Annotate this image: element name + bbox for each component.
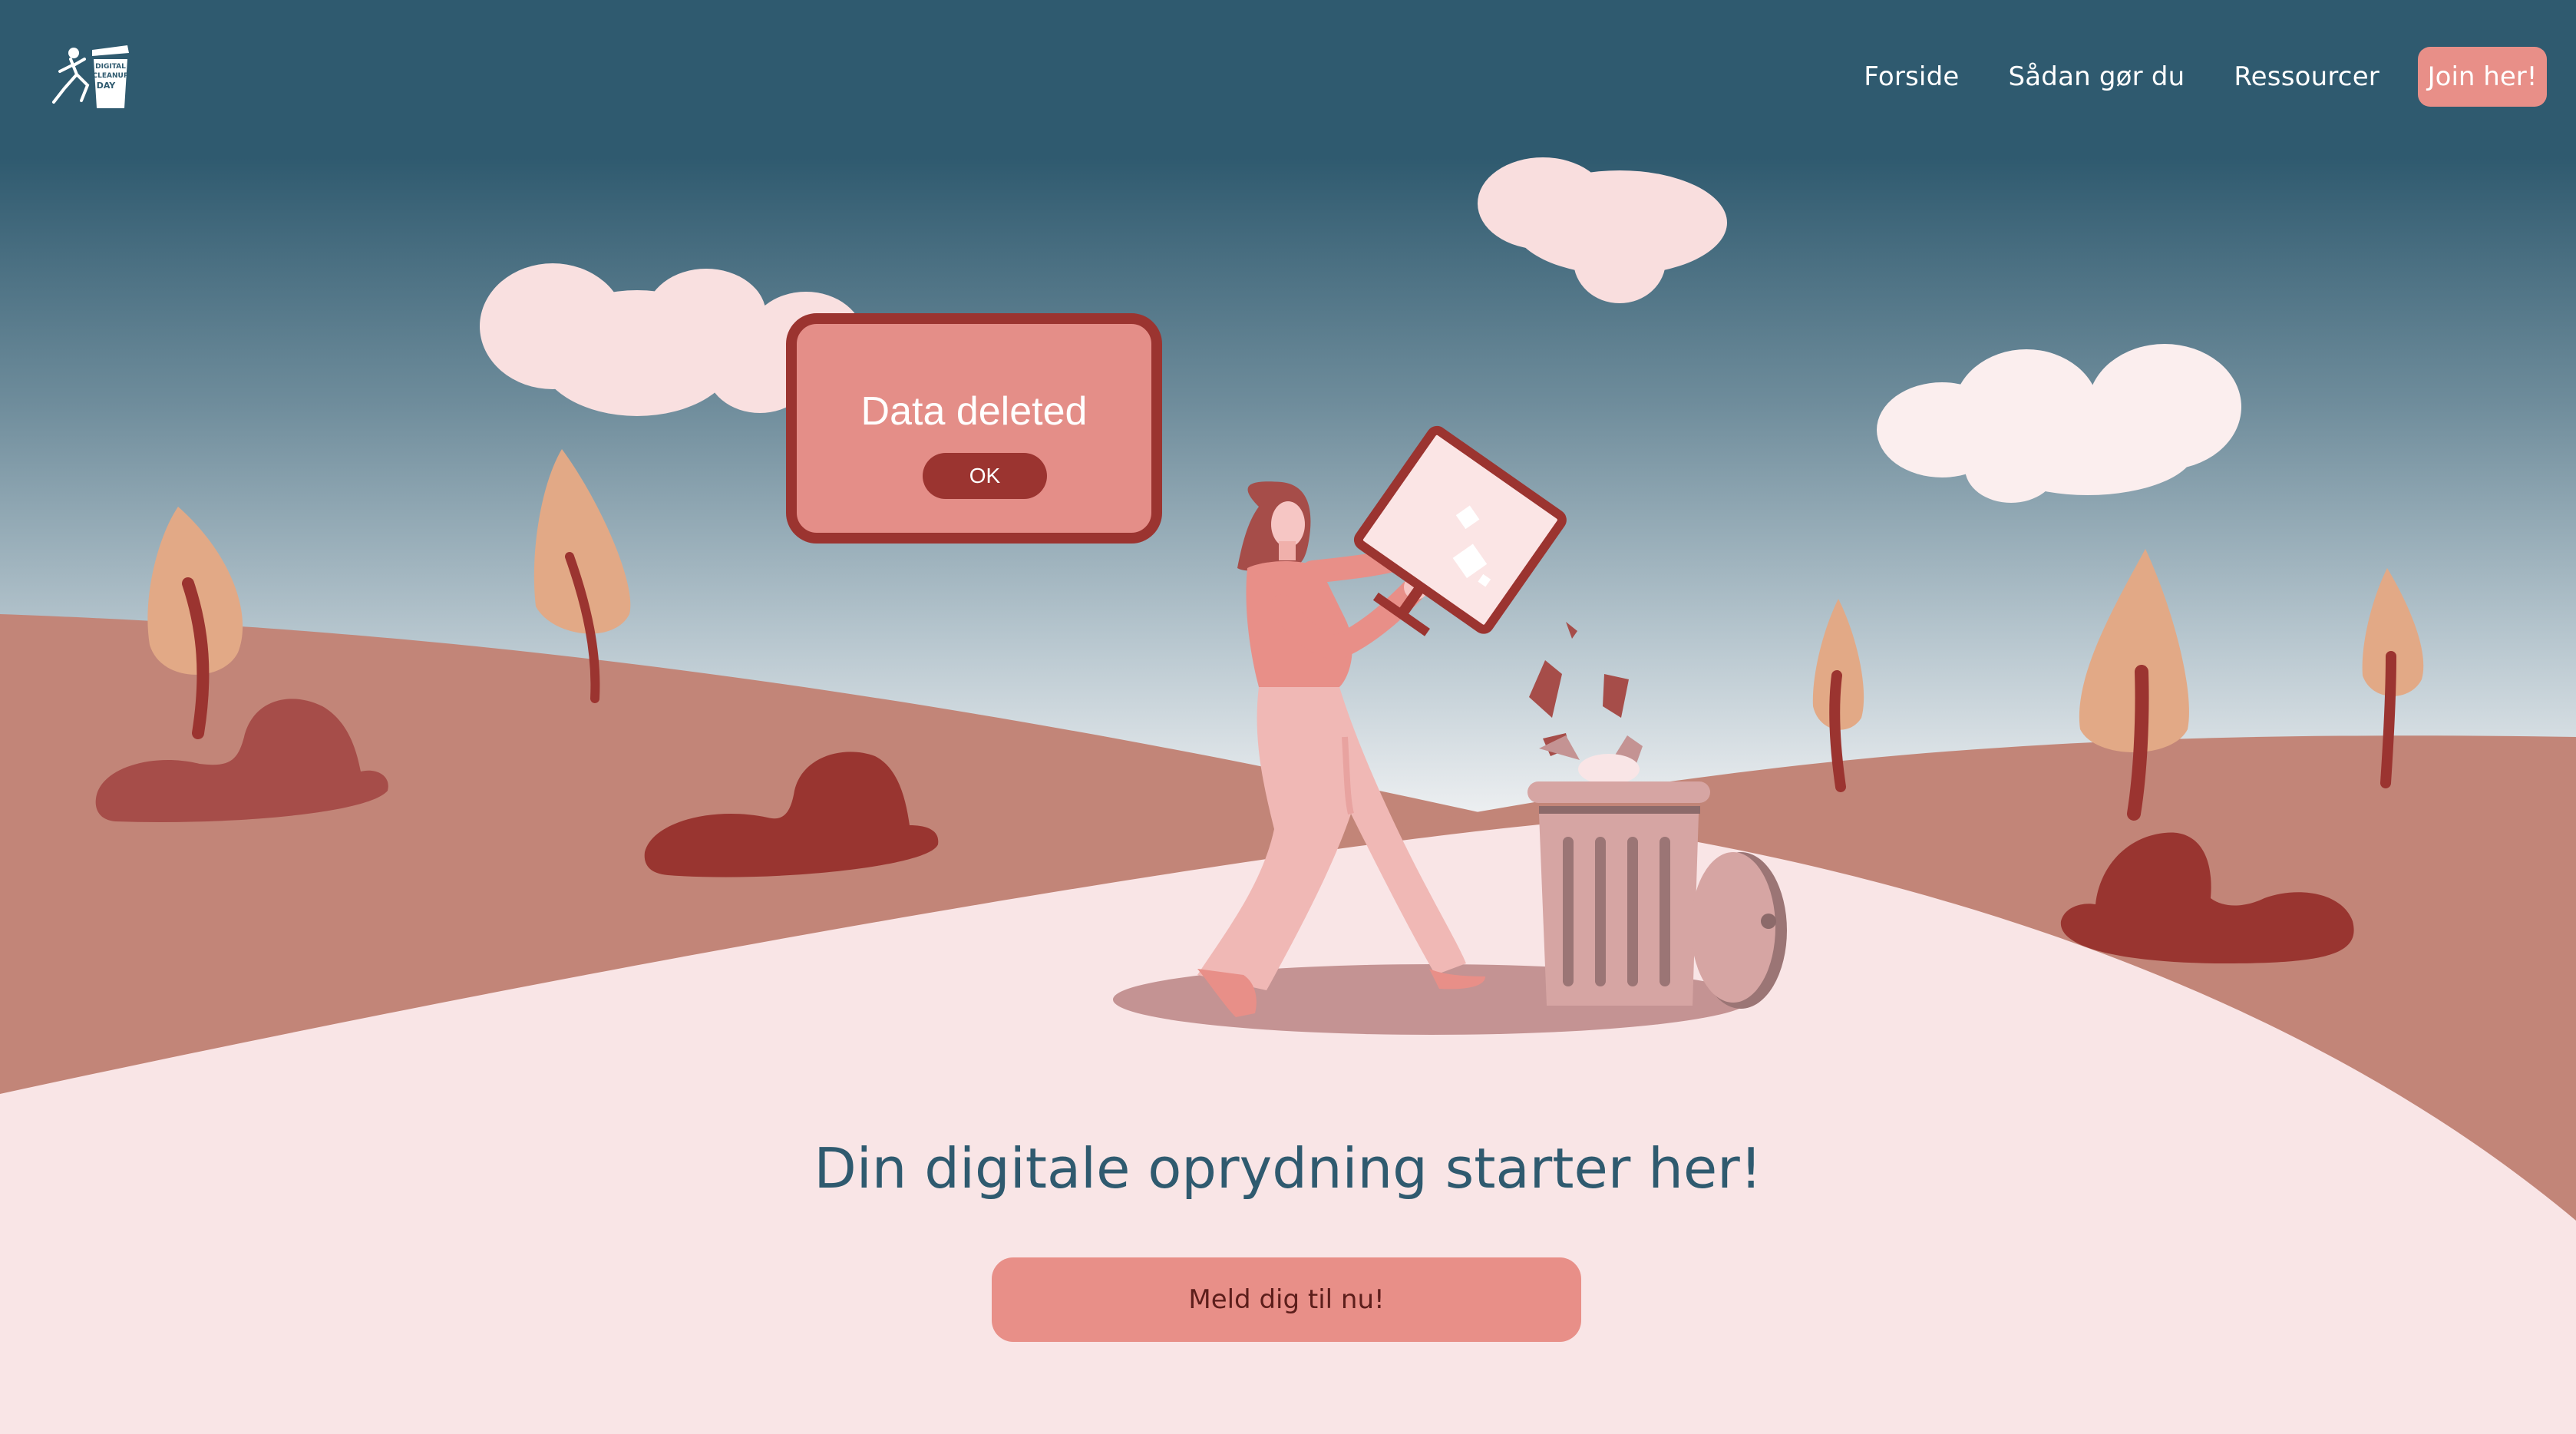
hero-headline: Din digitale oprydning starter her! <box>814 1136 1762 1201</box>
join-button[interactable]: Join her! <box>2418 47 2547 107</box>
data-deleted-dialog: Data deleted OK <box>786 313 1162 544</box>
site-header: DIGITAL CLEANUP DAY Forside Sådan gør du… <box>0 0 2576 154</box>
nav-sadan-gor-du[interactable]: Sådan gør du <box>2008 61 2185 92</box>
main-nav: Forside Sådan gør du Ressourcer Join her… <box>1864 47 2547 107</box>
dialog-message: Data deleted <box>860 389 1088 434</box>
logo-text-2: CLEANUP <box>93 72 129 80</box>
signup-button[interactable]: Meld dig til nu! <box>992 1257 1581 1342</box>
nav-ressourcer[interactable]: Ressourcer <box>2234 61 2379 92</box>
nav-forside[interactable]: Forside <box>1864 61 1959 92</box>
ok-button[interactable]: OK <box>923 453 1047 499</box>
hero-illustration <box>0 0 2576 1434</box>
digital-cleanup-day-logo[interactable]: DIGITAL CLEANUP DAY <box>48 42 135 111</box>
logo-text-3: DAY <box>97 81 117 91</box>
logo-text-1: DIGITAL <box>95 63 126 71</box>
